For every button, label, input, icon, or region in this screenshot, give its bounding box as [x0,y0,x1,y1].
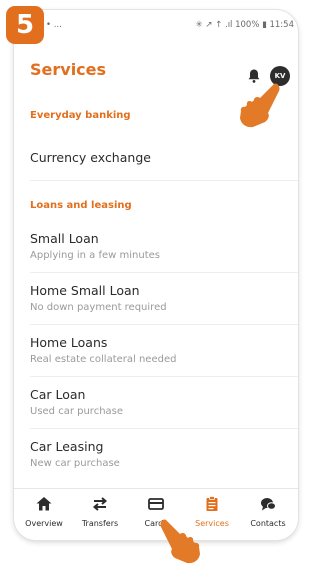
list-item-currency-exchange[interactable]: Currency exchange [30,150,298,165]
tab-overview[interactable]: Overview [16,495,72,539]
tab-label: Overview [25,519,63,528]
status-bar-left: • ... [46,20,62,30]
card-icon [148,498,164,510]
status-bar: • ... ✳ ↗ ↑ .ıl 100% ▮ 11:54 [14,10,298,34]
list-item-small-loan[interactable]: Small Loan Applying in a few minutes [30,231,298,261]
divider [30,376,298,377]
item-subtitle: No down payment required [30,302,167,313]
divider [30,272,298,273]
pointing-hand-icon [240,83,280,128]
services-icon [206,496,218,511]
page-title: Services [30,60,107,79]
home-icon [36,497,52,511]
list-item-car-loan[interactable]: Car Loan Used car purchase [30,387,298,417]
divider [30,324,298,325]
item-title: Car Loan [30,387,86,402]
list-item-home-loans[interactable]: Home Loans Real estate collateral needed [30,335,298,365]
item-subtitle: Applying in a few minutes [30,250,160,261]
pointing-hand-icon [160,519,200,564]
item-title: Home Loans [30,335,108,350]
step-number-badge: 5 [6,6,44,44]
divider [30,180,298,181]
section-loans-and-leasing: Loans and leasing [30,200,132,211]
section-everyday-banking: Everyday banking [30,110,131,121]
list-item-home-small-loan[interactable]: Home Small Loan No down payment required [30,283,298,313]
divider [30,428,298,429]
item-title: Currency exchange [30,150,151,165]
item-subtitle: New car purchase [30,458,120,469]
status-bar-right: ✳ ↗ ↑ .ıl 100% ▮ 11:54 [195,20,294,30]
tab-transfers[interactable]: Transfers [72,495,128,539]
bottom-tab-bar: Overview Transfers Cards Services Contac… [14,488,298,540]
tab-label: Transfers [81,519,119,528]
tab-label: Contacts [250,519,286,528]
transfer-arrows-icon [92,497,108,511]
item-title: Home Small Loan [30,283,140,298]
item-title: Car Leasing [30,439,104,454]
item-subtitle: Real estate collateral needed [30,354,177,365]
item-title: Small Loan [30,231,99,246]
tab-contacts[interactable]: Contacts [240,495,296,539]
chat-icon [261,498,276,511]
list-item-car-leasing[interactable]: Car Leasing New car purchase [30,439,298,469]
item-subtitle: Used car purchase [30,406,124,417]
